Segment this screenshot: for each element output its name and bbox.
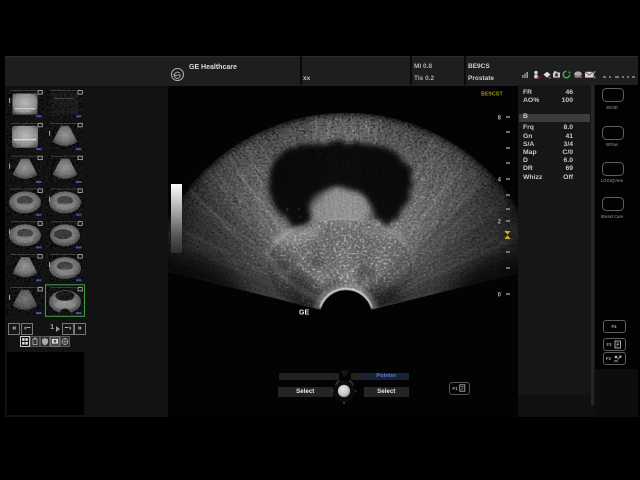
- svg-text:GE: GE: [299, 310, 309, 317]
- svg-text:BE9CST: BE9CST: [481, 92, 503, 98]
